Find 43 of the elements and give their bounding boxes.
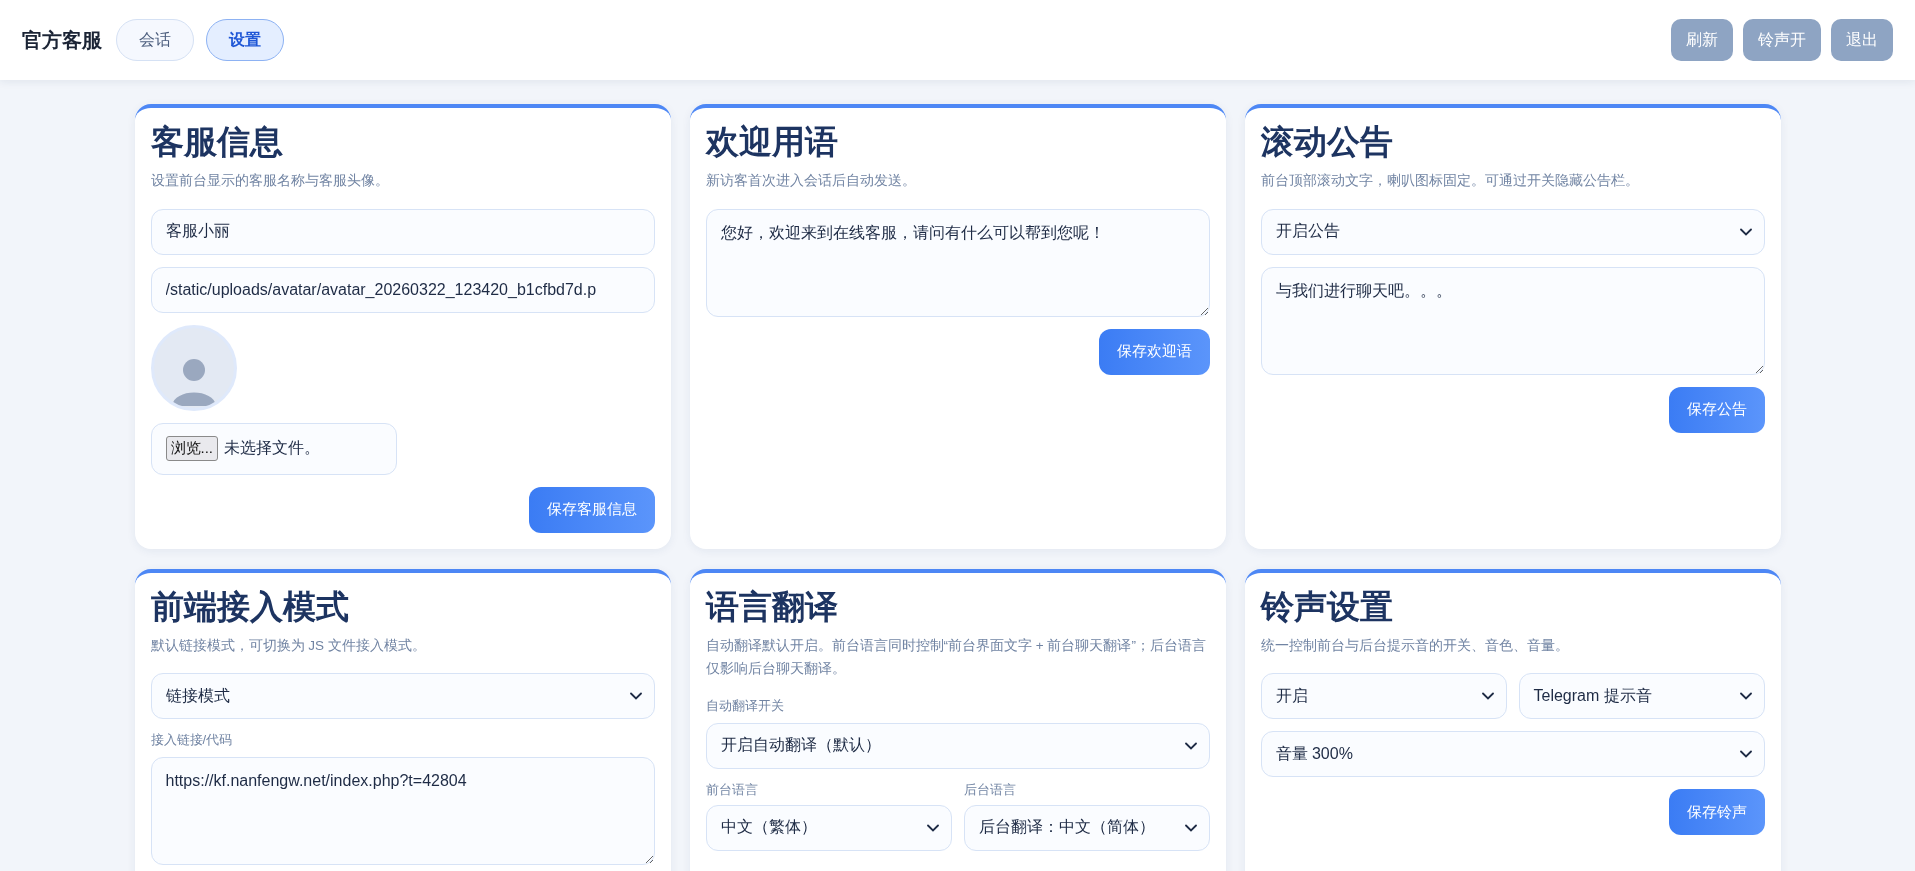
- card-description: 设置前台显示的客服名称与客服头像。: [150, 172, 390, 190]
- select-field[interactable]: 后台翻译：中文（简体）: [963, 804, 1210, 851]
- card-title: 前端接入模式: [150, 586, 350, 627]
- text-area[interactable]: 与我们进行聊天吧。。。: [1260, 266, 1765, 375]
- chevron-down-icon: [1739, 750, 1752, 759]
- chevron-down-icon: [629, 692, 642, 701]
- card-title: 欢迎用语: [705, 122, 839, 162]
- chevron-down-icon: [926, 823, 939, 832]
- select-field[interactable]: 音量 300%: [1260, 731, 1765, 778]
- nav-tab[interactable]: 会话: [116, 19, 194, 61]
- card-title: 语言翻译: [705, 586, 839, 627]
- card-description: 默认链接模式，可切换为 JS 文件接入模式。: [150, 636, 427, 655]
- text-area[interactable]: 您好，欢迎来到在线客服，请问有什么可以帮到您呢！: [705, 208, 1210, 317]
- app-title: 官方客服: [22, 27, 102, 53]
- chevron-down-icon: [1184, 823, 1197, 832]
- field-label: 后台语言: [963, 780, 1017, 799]
- card-title: 客服信息: [150, 122, 284, 162]
- browse-button[interactable]: 浏览...: [165, 436, 218, 462]
- select-field[interactable]: 中文（繁体）: [705, 804, 952, 851]
- nav-tab[interactable]: 设置: [206, 19, 284, 61]
- input-field[interactable]: /static/uploads/avatar/avatar_20260322_123420_b1cfbd7d.p: [150, 266, 655, 313]
- file-field[interactable]: 浏览... 未选择文件。: [150, 422, 397, 475]
- chevron-down-icon: [1184, 741, 1197, 750]
- card-description: 统一控制前台与后台提示音的开关、音色、音量。: [1260, 636, 1570, 655]
- card-description: 自动翻译默认开启。前台语言同时控制“前台界面文字 + 前台聊天翻译”；后台语言仅影响后台聊天翻译。: [705, 636, 1207, 679]
- card-description: 新访客首次进入会话后自动发送。: [705, 172, 917, 190]
- input-field[interactable]: 客服小丽: [150, 208, 655, 255]
- select-field[interactable]: 开启: [1260, 673, 1507, 720]
- chevron-down-icon: [1739, 692, 1752, 701]
- select-field[interactable]: Telegram 提示音: [1518, 673, 1765, 720]
- field-label: 前台语言: [705, 780, 759, 799]
- field-label: 接入链接/代码: [150, 731, 234, 750]
- file-status: 未选择文件。: [224, 438, 320, 459]
- card-title: 滚动公告: [1260, 122, 1394, 162]
- card-title: 铃声设置: [1260, 586, 1394, 627]
- select-field[interactable]: 开启自动翻译（默认）: [705, 722, 1210, 769]
- select-field[interactable]: 开启公告: [1260, 208, 1765, 255]
- chevron-down-icon: [1481, 692, 1494, 701]
- field-label: 自动翻译开关: [705, 696, 785, 715]
- select-field[interactable]: 链接模式: [150, 673, 655, 720]
- text-area[interactable]: https://kf.nanfengw.net/index.php?t=42804: [150, 757, 655, 866]
- card-description: 前台顶部滚动文字，喇叭图标固定。可通过开关隐藏公告栏。: [1260, 172, 1640, 190]
- chevron-down-icon: [1739, 227, 1752, 236]
